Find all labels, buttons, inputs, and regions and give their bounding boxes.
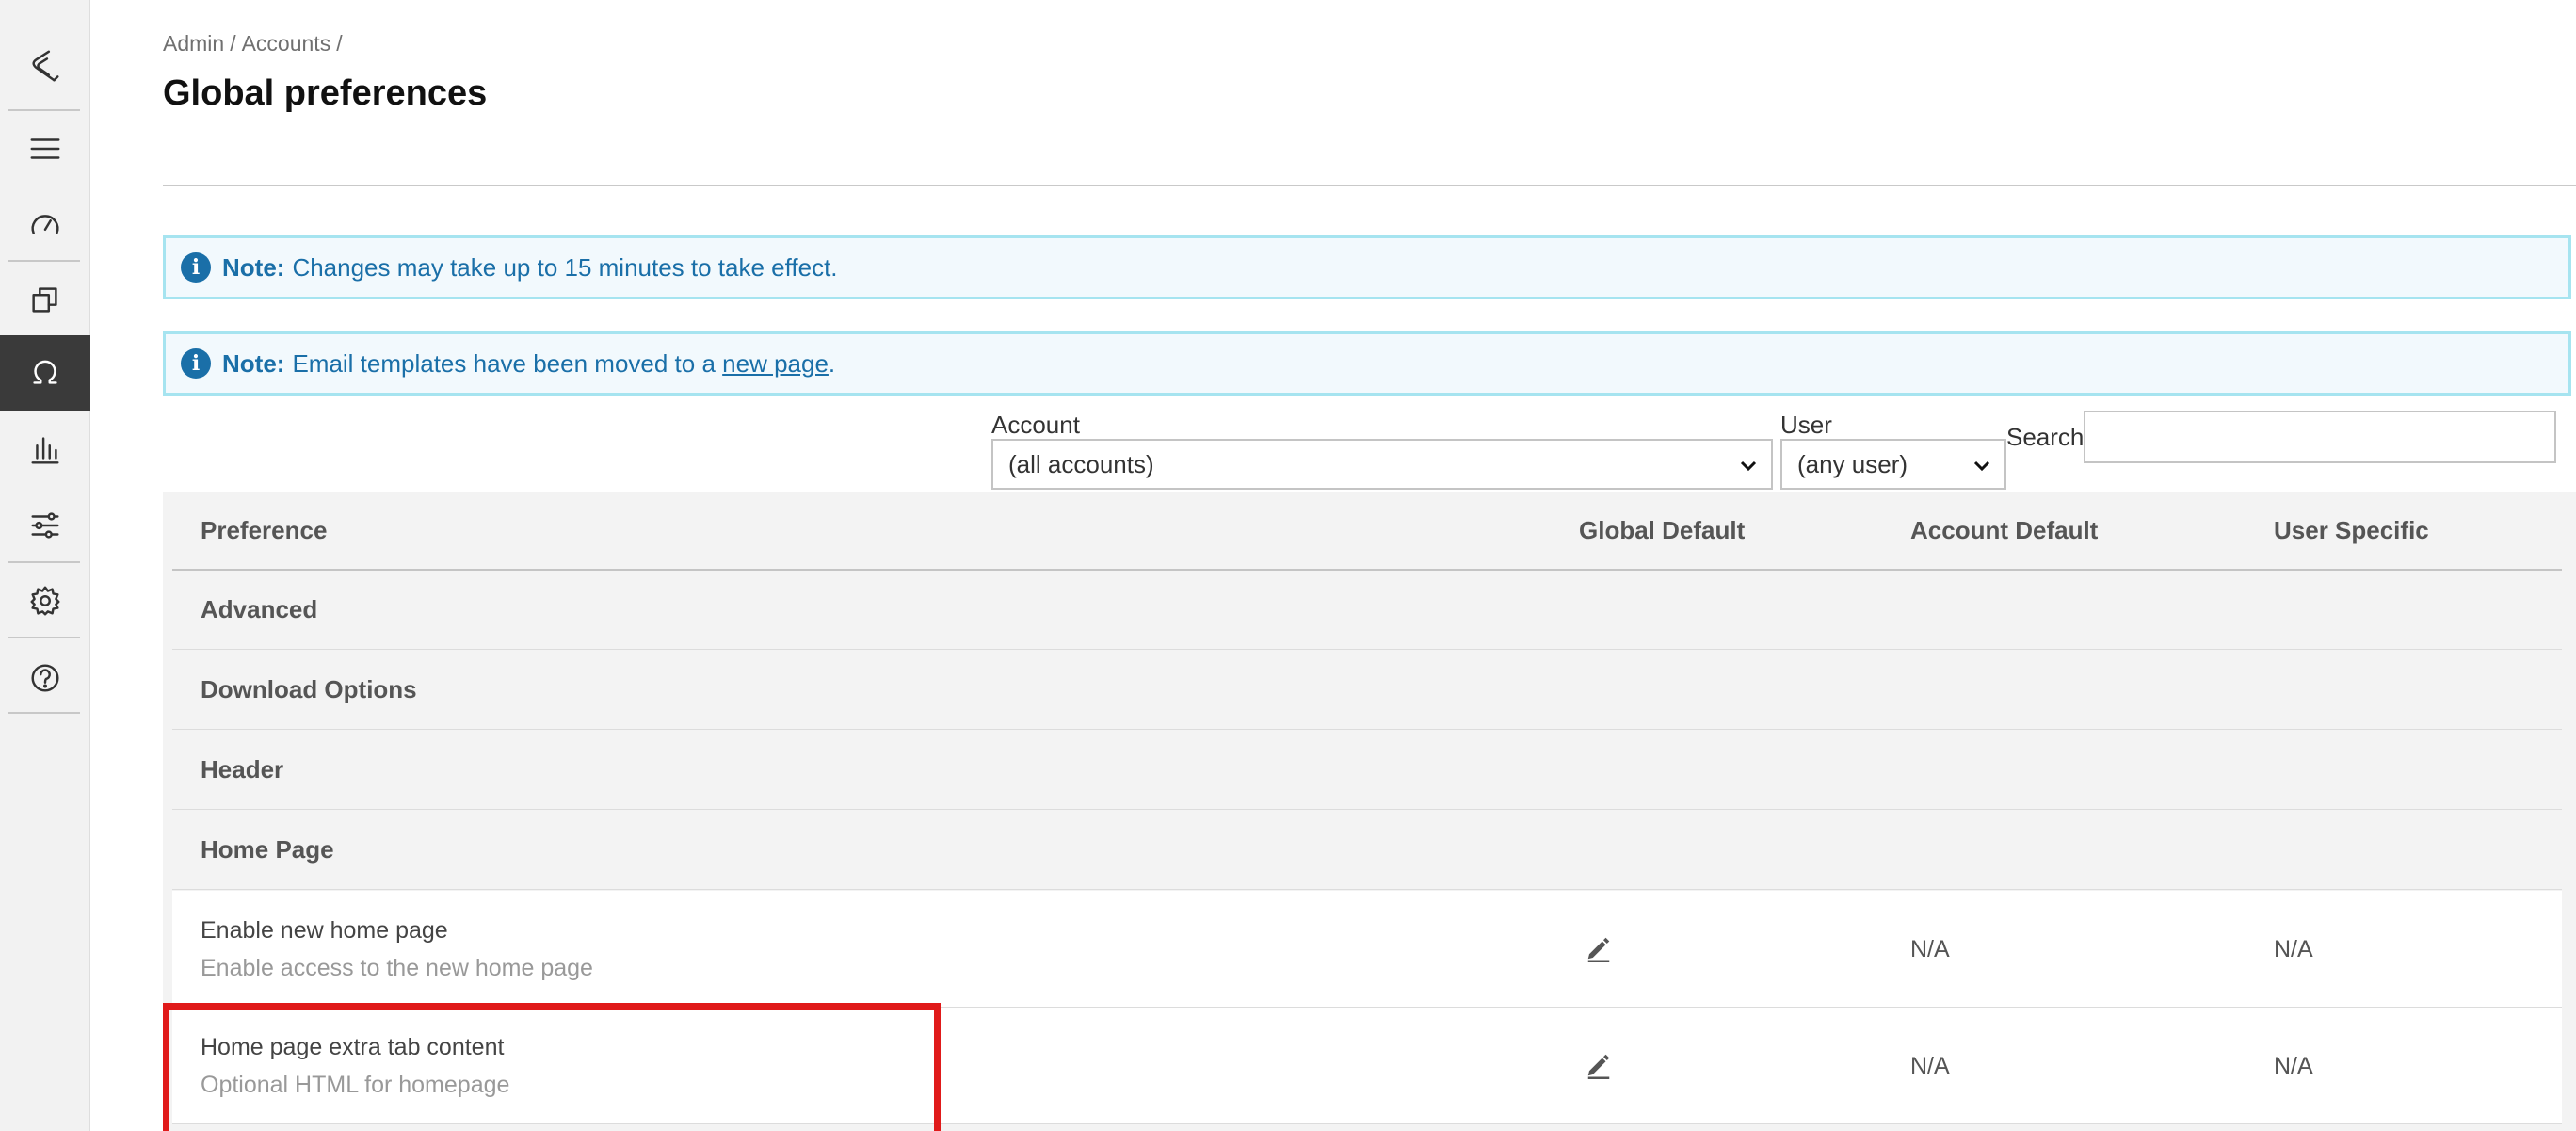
account-select[interactable]: (all accounts) <box>991 439 1773 490</box>
column-header-account-default: Account Default <box>1910 516 2099 544</box>
sidebar-item-gear[interactable] <box>0 563 90 638</box>
note-label: Note: <box>222 348 285 378</box>
account-select-value: (all accounts) <box>1008 449 1154 478</box>
search-label: Search <box>2006 423 2085 451</box>
edit-pencil-icon[interactable] <box>1585 934 1613 962</box>
group-row-download-options[interactable]: Download Options <box>172 651 2562 730</box>
sidebar-item-copy[interactable] <box>0 262 90 337</box>
preference-name: Enable new home page <box>201 917 448 944</box>
sidebar-item-logo[interactable] <box>0 28 90 104</box>
group-label: Header <box>201 755 284 784</box>
gear-icon <box>30 586 60 616</box>
group-label: Home Page <box>201 835 334 864</box>
sidebar <box>0 0 90 1131</box>
table-row: Home page extra tab content Optional HTM… <box>172 1008 2562 1124</box>
group-row-advanced[interactable]: Advanced <box>172 571 2562 650</box>
dashboard-icon <box>31 215 59 234</box>
note-text: Changes may take up to 15 minutes to tak… <box>292 252 838 282</box>
breadcrumb: Admin / Accounts / <box>163 31 343 57</box>
table-row: Enable new home page Enable access to th… <box>172 891 2562 1008</box>
sidebar-item-settings-sliders[interactable] <box>0 488 90 563</box>
column-header-global-default: Global Default <box>1579 516 1746 544</box>
header-divider <box>163 185 2576 186</box>
chevron-down-icon <box>1973 460 1990 472</box>
menu-icon <box>30 138 60 159</box>
omega-icon <box>33 360 57 384</box>
help-icon <box>31 664 59 692</box>
logo-icon <box>32 50 59 82</box>
note-banner-sync: i Note: Changes may take up to 15 minute… <box>163 235 2571 299</box>
account-filter-label: Account <box>991 411 1080 439</box>
breadcrumb-separator: / <box>230 31 236 56</box>
edit-pencil-icon[interactable] <box>1585 1051 1613 1079</box>
sidebar-item-menu[interactable] <box>0 111 90 186</box>
group-row-home-page[interactable]: Home Page <box>172 811 2562 890</box>
page-title: Global preferences <box>163 73 488 113</box>
column-header-preference: Preference <box>201 516 328 544</box>
user-select[interactable]: (any user) <box>1780 439 2006 490</box>
sidebar-item-dashboard[interactable] <box>0 188 90 264</box>
note-banner-email-templates: i Note: Email templates have been moved … <box>163 331 2571 396</box>
sidebar-item-help[interactable] <box>0 640 90 716</box>
breadcrumb-separator: / <box>336 31 343 56</box>
bar-chart-icon <box>31 437 59 464</box>
group-row-header[interactable]: Header <box>172 731 2562 810</box>
search-input[interactable] <box>2084 411 2556 463</box>
user-specific-value: N/A <box>2274 936 2313 962</box>
account-default-value: N/A <box>1910 936 1950 962</box>
copy-icon <box>32 287 57 313</box>
user-select-value: (any user) <box>1797 449 1908 478</box>
user-filter-label: User <box>1780 411 1832 439</box>
breadcrumb-accounts[interactable]: Accounts <box>242 31 331 57</box>
chevron-down-icon <box>1740 460 1757 472</box>
sidebar-item-reports[interactable] <box>0 412 90 488</box>
note-suffix: . <box>828 348 836 378</box>
user-specific-value: N/A <box>2274 1053 2313 1079</box>
sliders-icon <box>31 512 59 539</box>
note-label: Note: <box>222 252 285 282</box>
sidebar-divider <box>8 712 80 714</box>
account-default-value: N/A <box>1910 1053 1950 1079</box>
breadcrumb-admin[interactable]: Admin <box>163 31 224 57</box>
preference-description: Enable access to the new home page <box>201 955 593 981</box>
sidebar-divider <box>8 637 80 638</box>
info-icon: i <box>181 348 211 379</box>
info-icon: i <box>181 252 211 283</box>
preference-description: Optional HTML for homepage <box>201 1072 510 1098</box>
sidebar-item-admin[interactable] <box>0 335 90 411</box>
group-label: Advanced <box>201 595 318 623</box>
group-label: Download Options <box>201 675 417 703</box>
note-text: Email templates have been moved to a <box>292 348 716 378</box>
column-header-user-specific: User Specific <box>2274 516 2429 544</box>
preference-name: Home page extra tab content <box>201 1034 505 1060</box>
new-page-link[interactable]: new page <box>722 349 829 379</box>
